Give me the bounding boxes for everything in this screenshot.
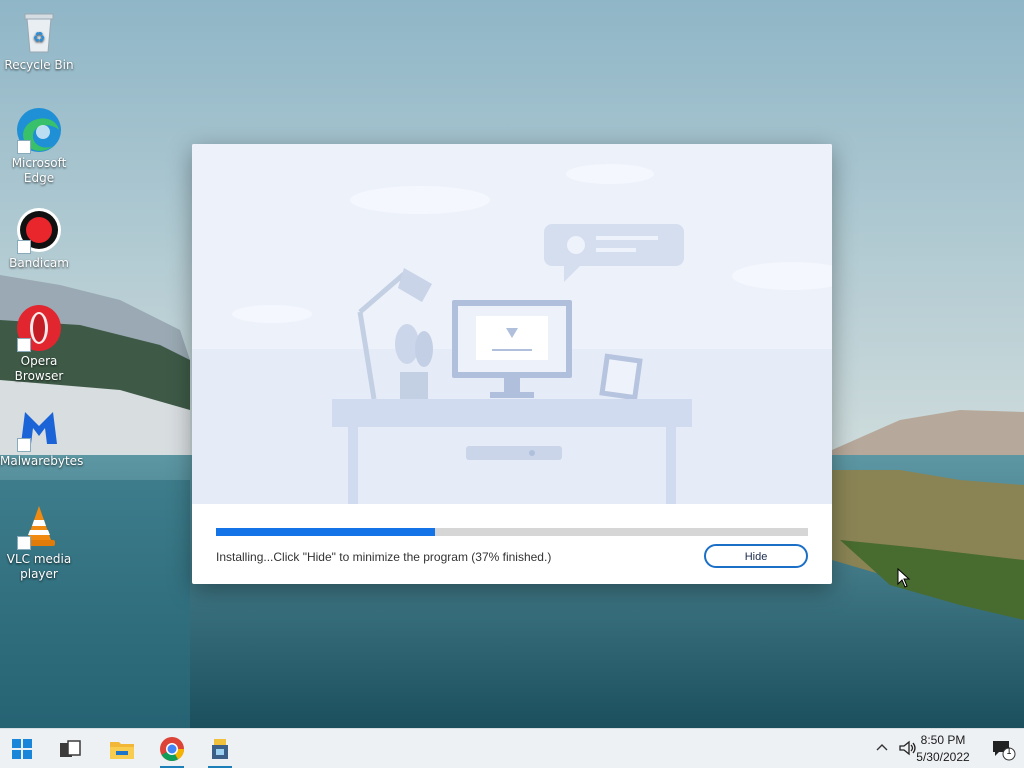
chrome-icon [160, 737, 184, 762]
desktop-icon-opera-browser[interactable]: Opera Browser [0, 304, 78, 384]
shortcut-arrow-icon [17, 240, 31, 254]
desktop-icon-bandicam[interactable]: Bandicam [0, 206, 78, 271]
desktop-icon-recycle-bin[interactable]: ♻ Recycle Bin [0, 8, 78, 73]
chrome-button[interactable] [156, 733, 188, 768]
desktop-icon-label: Malwarebytes [0, 454, 84, 468]
installer-app-icon [212, 739, 228, 759]
installer-window: Installing...Click "Hide" to minimize th… [192, 144, 832, 584]
desktop-icon-label: Bandicam [9, 256, 69, 270]
install-status-text: Installing...Click "Hide" to minimize th… [216, 550, 552, 564]
svg-text:♻: ♻ [33, 30, 46, 46]
desktop-icon-label: VLC media player [6, 552, 72, 581]
clock-date[interactable]: 5/30/2022 [908, 750, 978, 764]
shortcut-arrow-icon [17, 536, 31, 550]
desktop-icon-label: Opera Browser [14, 354, 64, 383]
malwarebytes-icon [15, 404, 63, 452]
recycle-bin-icon: ♻ [15, 8, 63, 56]
install-progress-fill [216, 528, 436, 536]
bandicam-icon [15, 206, 63, 254]
notification-count-badge: 1 [1006, 747, 1012, 757]
shortcut-arrow-icon [17, 338, 31, 352]
start-button[interactable] [6, 733, 38, 765]
taskbar: 8:50 PM 5/30/2022 1 [0, 728, 1024, 768]
shortcut-arrow-icon [17, 140, 31, 154]
desktop-icon-vlc-media-player[interactable]: VLC media player [0, 502, 78, 582]
desktop-icon-malwarebytes[interactable]: Malwarebytes [0, 404, 83, 469]
show-hidden-icons-chevron-icon[interactable] [874, 739, 890, 755]
edge-icon [15, 106, 63, 154]
clock-time[interactable]: 8:50 PM [908, 733, 978, 747]
hide-button[interactable]: Hide [704, 544, 808, 568]
desktop-icon-microsoft-edge[interactable]: Microsoft Edge [0, 106, 78, 186]
desktop-icon-label: Recycle Bin [4, 58, 74, 72]
file-explorer-button[interactable] [106, 733, 138, 765]
notification-center-button[interactable]: 1 [990, 737, 1016, 761]
installer-app-button[interactable] [204, 733, 236, 768]
desktop-icon-label: Microsoft Edge [11, 156, 67, 185]
shortcut-arrow-icon [17, 438, 31, 452]
mouse-cursor-icon [897, 568, 911, 588]
desktop: ♻ Recycle Bin Microsoft Edge Bandicam Op… [0, 0, 1024, 728]
file-explorer-icon [110, 742, 134, 759]
task-view-button[interactable] [54, 733, 86, 765]
task-view-icon [60, 740, 81, 757]
installer-illustration [192, 144, 832, 504]
vlc-icon [15, 502, 63, 550]
start-icon [12, 739, 32, 759]
install-progress-bar [216, 528, 808, 536]
opera-icon [15, 304, 63, 352]
